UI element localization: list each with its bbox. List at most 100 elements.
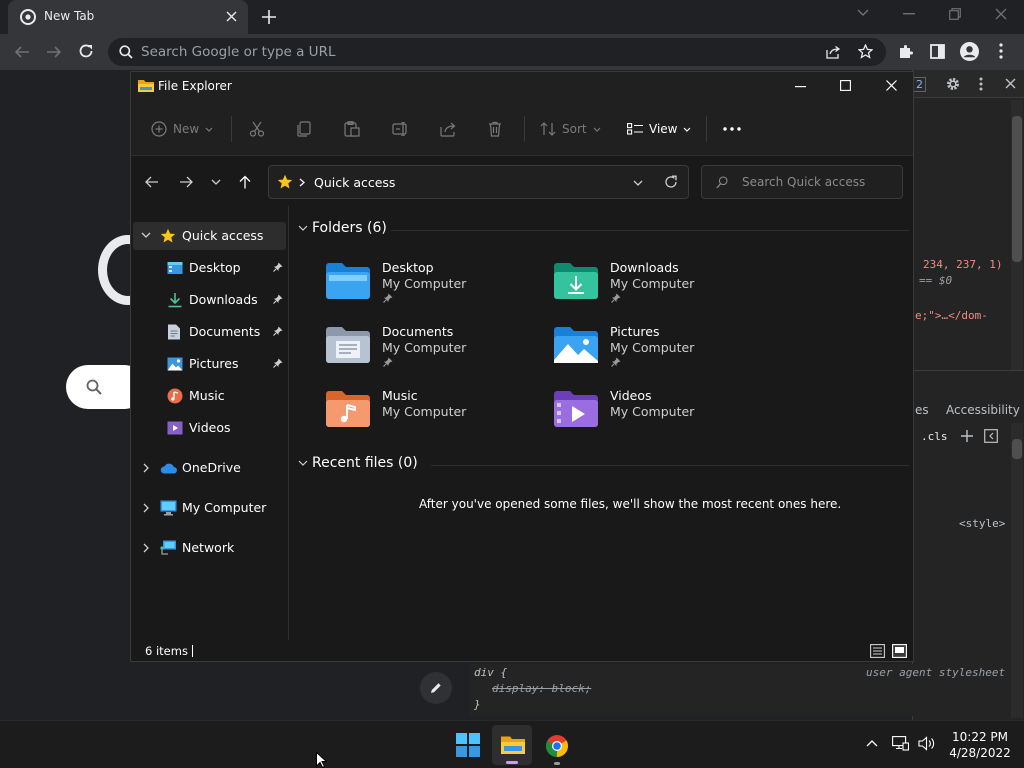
devtools-scrollbar[interactable]: [1011, 100, 1023, 370]
folders-collapse-chevron-icon[interactable]: [298, 225, 308, 231]
file-explorer-window: File Explorer New Sort View Quick access…: [130, 71, 914, 662]
nav-downloads[interactable]: Downloads: [133, 286, 286, 314]
refresh-icon[interactable]: [664, 175, 678, 189]
rename-icon[interactable]: [392, 120, 410, 138]
large-icons-view-icon[interactable]: [892, 644, 907, 658]
folder-location: My Computer: [610, 404, 695, 419]
toggle-sidebar-icon[interactable]: [984, 429, 998, 443]
expanded-chevron-icon[interactable]: [141, 232, 151, 238]
star-icon: [160, 228, 176, 244]
chrome-icon: [20, 9, 36, 25]
taskbar-chrome[interactable]: [537, 725, 577, 765]
recent-collapse-chevron-icon[interactable]: [298, 460, 308, 466]
breadcrumb-quick-access[interactable]: Quick access: [314, 175, 395, 190]
pin-icon[interactable]: [273, 358, 283, 368]
folder-pictures[interactable]: Pictures My Computer: [554, 324, 774, 376]
close-window-icon[interactable]: [995, 8, 1007, 20]
restore-icon[interactable]: [949, 8, 961, 20]
system-clock[interactable]: 10:22 PM 4/28/2022: [945, 729, 1015, 761]
details-view-icon[interactable]: [870, 644, 885, 658]
nav-desktop[interactable]: Desktop: [133, 254, 286, 282]
delete-trash-icon[interactable]: [488, 120, 502, 138]
recent-locations-chevron-icon[interactable]: [211, 179, 221, 185]
folders-section-header[interactable]: Folders (6): [312, 220, 387, 236]
forward-arrow-icon[interactable]: [179, 176, 193, 188]
folder-desktop[interactable]: Desktop My Computer: [326, 260, 546, 312]
nav-onedrive[interactable]: OneDrive: [133, 454, 286, 482]
reload-icon[interactable]: [78, 43, 94, 59]
address-history-chevron-icon[interactable]: [633, 180, 643, 186]
bookmark-star-icon[interactable]: [858, 44, 873, 59]
up-arrow-icon[interactable]: [239, 175, 251, 189]
pin-icon[interactable]: [273, 262, 283, 272]
minimize-icon[interactable]: [903, 13, 915, 15]
nav-quick-access[interactable]: Quick access: [133, 222, 286, 250]
paste-icon[interactable]: [344, 120, 360, 138]
taskbar-file-explorer[interactable]: [492, 725, 532, 765]
collapsed-chevron-icon[interactable]: [143, 503, 149, 513]
css-rule-property: display: block;: [492, 682, 592, 695]
show-hidden-icons-chevron-icon[interactable]: [866, 739, 878, 747]
nav-documents[interactable]: Documents: [133, 318, 286, 346]
share-icon[interactable]: [826, 45, 841, 59]
folder-downloads[interactable]: Downloads My Computer: [554, 260, 774, 312]
volume-icon[interactable]: [918, 736, 936, 751]
forward-icon[interactable]: [46, 44, 62, 60]
folder-music[interactable]: Music My Computer: [326, 388, 546, 440]
customize-pencil-button[interactable]: [420, 672, 452, 704]
new-button[interactable]: New: [151, 120, 213, 138]
copy-icon[interactable]: [297, 120, 311, 138]
folder-videos[interactable]: Videos My Computer: [554, 388, 774, 440]
css-rule-close: }: [474, 698, 481, 711]
styles-scrollbar[interactable]: [1011, 423, 1023, 718]
new-tab-plus-icon[interactable]: [262, 10, 276, 24]
breadcrumb-chevron-icon[interactable]: [299, 178, 305, 187]
more-options-icon[interactable]: [723, 120, 741, 138]
sort-button[interactable]: Sort: [540, 120, 601, 138]
recent-files-section-header[interactable]: Recent files (0): [312, 455, 418, 471]
view-button[interactable]: View: [627, 120, 691, 138]
cut-icon[interactable]: [249, 120, 265, 138]
nav-network[interactable]: Network: [133, 534, 286, 562]
back-icon[interactable]: [14, 44, 30, 60]
music-icon: [167, 388, 183, 404]
windows-start-icon[interactable]: [456, 733, 480, 757]
cls-toggle[interactable]: .cls: [921, 430, 948, 443]
address-bar[interactable]: Quick access: [268, 165, 689, 199]
new-rule-plus-icon[interactable]: [961, 430, 973, 442]
devtools-settings-gear-icon[interactable]: [946, 77, 960, 91]
pin-icon[interactable]: [273, 326, 283, 336]
devtools-menu-icon[interactable]: [979, 77, 983, 91]
maximize-icon[interactable]: [840, 80, 851, 91]
nav-music[interactable]: Music: [133, 382, 286, 410]
back-arrow-icon[interactable]: [145, 176, 159, 188]
devtools-tab-partial[interactable]: es: [915, 403, 929, 417]
devtools-tab-accessibility[interactable]: Accessibility: [946, 403, 1020, 417]
collapsed-chevron-icon[interactable]: [143, 463, 149, 473]
nav-videos[interactable]: Videos: [133, 414, 286, 442]
nav-pictures[interactable]: Pictures: [133, 350, 286, 378]
tab-new-tab[interactable]: New Tab: [8, 0, 248, 34]
nav-my-computer[interactable]: My Computer: [133, 494, 286, 522]
minimize-icon[interactable]: [795, 86, 806, 88]
profile-avatar-icon[interactable]: [960, 42, 979, 61]
tab-search-chevron-icon[interactable]: [857, 9, 869, 17]
side-panel-icon[interactable]: [930, 44, 945, 59]
close-icon[interactable]: [886, 80, 897, 91]
collapsed-chevron-icon[interactable]: [143, 543, 149, 553]
extensions-puzzle-icon[interactable]: [898, 44, 914, 60]
downloads-icon: [167, 292, 183, 308]
divider: [706, 116, 707, 142]
share-icon[interactable]: [440, 120, 456, 138]
close-tab-icon[interactable]: [226, 11, 237, 22]
devtools-close-icon[interactable]: [1005, 78, 1016, 89]
new-label: New: [173, 122, 200, 136]
pin-icon[interactable]: [273, 294, 283, 304]
chrome-menu-icon[interactable]: [999, 43, 1003, 59]
network-status-icon[interactable]: [892, 736, 909, 751]
pin-icon: [383, 357, 393, 367]
omnibox[interactable]: Search Google or type a URL: [108, 38, 886, 66]
devtools-badge[interactable]: 2: [913, 77, 926, 92]
folder-documents[interactable]: Documents My Computer: [326, 324, 546, 376]
search-quick-access-box[interactable]: Search Quick access: [701, 165, 903, 199]
